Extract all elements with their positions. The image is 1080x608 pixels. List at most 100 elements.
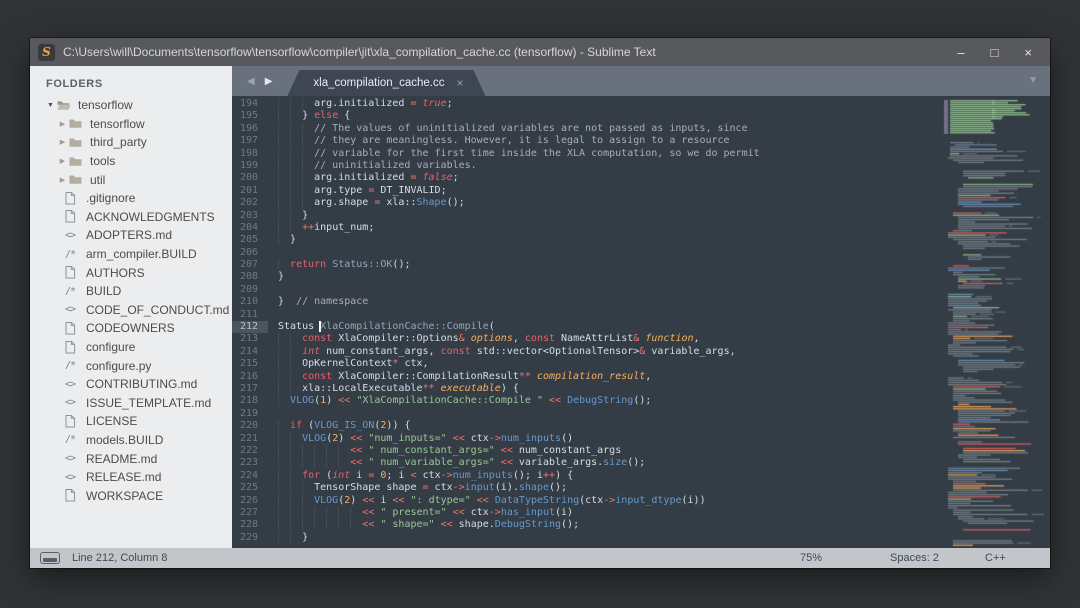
- zoom-level-status[interactable]: 75%: [800, 548, 822, 568]
- collapsed-arrow-icon[interactable]: ▶: [56, 176, 69, 184]
- panel-toggle-icon[interactable]: [40, 552, 60, 564]
- code-text: const XlaCompiler::CompilationResult** c…: [268, 371, 651, 383]
- code-line-201[interactable]: 201 arg.type = DT_INVALID;: [232, 185, 940, 197]
- maximize-icon[interactable]: □: [991, 46, 999, 59]
- code-line-209[interactable]: 209: [232, 284, 940, 296]
- tab-overflow-icon[interactable]: ▼: [1028, 75, 1038, 86]
- sidebar-item-tensorflow[interactable]: ▶ tensorflow: [30, 115, 232, 134]
- code-line-221[interactable]: 221 VLOG(2) << "num_inputs=" << ctx->num…: [232, 433, 940, 445]
- code-line-226[interactable]: 226 VLOG(2) << i << ": dtype=" << DataTy…: [232, 495, 940, 507]
- sidebar-item-arm-compiler-build[interactable]: /*arm_compiler.BUILD: [30, 245, 232, 264]
- code-line-200[interactable]: 200 arg.initialized = false;: [232, 172, 940, 184]
- code-line-229[interactable]: 229 }: [232, 532, 940, 544]
- tab-xla-compilation-cache[interactable]: xla_compilation_cache.cc ×: [287, 70, 485, 96]
- code-text: Status XlaCompilationCache::Compile(: [268, 321, 495, 333]
- sidebar-item-label: models.BUILD: [86, 433, 163, 447]
- line-number: 199: [232, 160, 268, 172]
- sidebar-item-third-party[interactable]: ▶third_party: [30, 133, 232, 152]
- code-line-212[interactable]: 212Status XlaCompilationCache::Compile(: [232, 321, 940, 333]
- sidebar-item--gitignore[interactable]: .gitignore: [30, 189, 232, 208]
- collapsed-arrow-icon[interactable]: ▶: [56, 120, 69, 128]
- code-line-198[interactable]: 198 // variable for the first time insid…: [232, 148, 940, 160]
- title-bar[interactable]: S C:\Users\will\Documents\tensorflow\ten…: [30, 38, 1050, 66]
- sidebar-item-authors[interactable]: AUTHORS: [30, 263, 232, 282]
- collapsed-arrow-icon[interactable]: ▶: [56, 157, 69, 165]
- code-line-210[interactable]: 210} // namespace: [232, 296, 940, 308]
- code-line-217[interactable]: 217 xla::LocalExecutable** executable) {: [232, 383, 940, 395]
- collapsed-arrow-icon[interactable]: ▶: [56, 138, 69, 146]
- tab-close-icon[interactable]: ×: [456, 76, 463, 90]
- sidebar-item-workspace[interactable]: WORKSPACE: [30, 486, 232, 505]
- code-line-214[interactable]: 214 int num_constant_args, const std::ve…: [232, 346, 940, 358]
- code-line-211[interactable]: 211: [232, 309, 940, 321]
- sidebar-item-label: BUILD: [86, 284, 121, 298]
- sidebar-item-license[interactable]: LICENSE: [30, 412, 232, 431]
- line-number: 226: [232, 495, 268, 507]
- code-line-205[interactable]: 205 }: [232, 234, 940, 246]
- minimap[interactable]: [940, 98, 1044, 550]
- code-line-227[interactable]: 227 << " present=" << ctx->has_input(i): [232, 507, 940, 519]
- code-line-225[interactable]: 225 TensorShape shape = ctx->input(i).sh…: [232, 482, 940, 494]
- sidebar-item-code-of-conduct-md[interactable]: <>CODE_OF_CONDUCT.md: [30, 301, 232, 320]
- code-line-224[interactable]: 224 for (int i = 0; i < ctx->num_inputs(…: [232, 470, 940, 482]
- code-line-204[interactable]: 204 ++input_num;: [232, 222, 940, 234]
- code-line-195[interactable]: 195 } else {: [232, 110, 940, 122]
- code-line-207[interactable]: 207 return Status::OK();: [232, 259, 940, 271]
- line-number: 213: [232, 333, 268, 345]
- code-line-220[interactable]: 220 if (VLOG_IS_ON(2)) {: [232, 420, 940, 432]
- line-number: 196: [232, 123, 268, 135]
- close-icon[interactable]: ×: [1024, 46, 1032, 59]
- sidebar-item-tensorflow[interactable]: ▼tensorflow: [30, 96, 232, 115]
- code-line-219[interactable]: 219: [232, 408, 940, 420]
- code-line-222[interactable]: 222 << " num_constant_args=" << num_cons…: [232, 445, 940, 457]
- line-number: 197: [232, 135, 268, 147]
- code-line-196[interactable]: 196 // The values of uninitialized varia…: [232, 123, 940, 135]
- code-line-197[interactable]: 197 // they are meaningless. However, it…: [232, 135, 940, 147]
- sidebar-item-build[interactable]: /*BUILD: [30, 282, 232, 301]
- sidebar-item-contributing-md[interactable]: <>CONTRIBUTING.md: [30, 375, 232, 394]
- code-line-194[interactable]: 194 arg.initialized = true;: [232, 98, 940, 110]
- code-line-203[interactable]: 203 }: [232, 210, 940, 222]
- code-line-206[interactable]: 206: [232, 247, 940, 259]
- doc-icon: [65, 266, 80, 279]
- line-number: 227: [232, 507, 268, 519]
- indent-setting-status[interactable]: Spaces: 2: [890, 548, 939, 568]
- sidebar-item-acknowledgments[interactable]: ACKNOWLEDGMENTS: [30, 208, 232, 227]
- code-line-199[interactable]: 199 // uninitialized variables.: [232, 160, 940, 172]
- sidebar-item-models-build[interactable]: /*models.BUILD: [30, 431, 232, 450]
- code-line-202[interactable]: 202 arg.shape = xla::Shape();: [232, 197, 940, 209]
- folder-icon: [69, 156, 84, 167]
- code-icon: <>: [65, 379, 80, 390]
- tab-scroll-right-icon[interactable]: ▶: [260, 76, 278, 87]
- code-text: TensorShape shape = ctx->input(i).shape(…: [268, 482, 567, 494]
- build-icon: /*: [65, 360, 80, 371]
- code-editor[interactable]: 194 arg.initialized = true;195 } else {1…: [232, 98, 940, 546]
- doc-icon: [65, 415, 80, 428]
- sidebar-item-tools[interactable]: ▶tools: [30, 152, 232, 171]
- sidebar-item-issue-template-md[interactable]: <>ISSUE_TEMPLATE.md: [30, 394, 232, 413]
- code-text: // uninitialized variables.: [268, 160, 477, 172]
- sidebar-item-label: tensorflow: [90, 117, 145, 131]
- minimize-icon[interactable]: –: [957, 46, 964, 59]
- folder-icon: [69, 137, 84, 148]
- expanded-arrow-icon[interactable]: ▼: [44, 102, 57, 109]
- status-bar: Line 212, Column 8 75% Spaces: 2 C++: [30, 548, 1050, 568]
- code-line-208[interactable]: 208}: [232, 271, 940, 283]
- code-text: << " num_constant_args=" << num_constant…: [268, 445, 621, 457]
- sidebar-item-adopters-md[interactable]: <>ADOPTERS.md: [30, 226, 232, 245]
- sidebar-item-readme-md[interactable]: <>README.md: [30, 449, 232, 468]
- sidebar-item-configure[interactable]: configure: [30, 338, 232, 357]
- sidebar-item-configure-py[interactable]: /*configure.py: [30, 356, 232, 375]
- tab-scroll-left-icon[interactable]: ◀: [242, 76, 260, 87]
- code-line-228[interactable]: 228 << " shape=" << shape.DebugString();: [232, 519, 940, 531]
- sidebar-item-util[interactable]: ▶util: [30, 170, 232, 189]
- code-line-215[interactable]: 215 OpKernelContext* ctx,: [232, 358, 940, 370]
- syntax-mode-status[interactable]: C++: [985, 548, 1006, 568]
- code-line-223[interactable]: 223 << " num_variable_args=" << variable…: [232, 457, 940, 469]
- code-line-216[interactable]: 216 const XlaCompiler::CompilationResult…: [232, 371, 940, 383]
- code-text: int num_constant_args, const std::vector…: [268, 346, 736, 358]
- code-line-213[interactable]: 213 const XlaCompiler::Options& options,…: [232, 333, 940, 345]
- sidebar-item-release-md[interactable]: <>RELEASE.md: [30, 468, 232, 487]
- code-line-218[interactable]: 218 VLOG(1) << "XlaCompilationCache::Com…: [232, 395, 940, 407]
- sidebar-item-codeowners[interactable]: CODEOWNERS: [30, 319, 232, 338]
